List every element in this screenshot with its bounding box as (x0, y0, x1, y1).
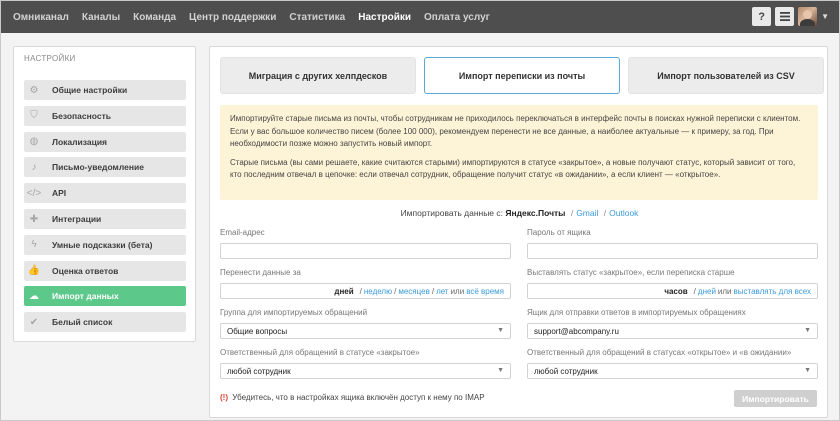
cloud-upload-icon: ☁ (29, 290, 39, 302)
close-status-unit: часов (664, 286, 688, 296)
group-select-value: Общие вопросы (227, 326, 288, 336)
puzzle-icon: ✚ (29, 213, 39, 225)
tab-csv-import[interactable]: Импорт пользователей из CSV (628, 57, 824, 94)
nav-right-tools: ? ▼ (752, 7, 829, 26)
close-status-field[interactable]: часов / дней или выставлять для всех (527, 283, 818, 299)
sidebar-item-label: Умные подсказки (бета) (52, 239, 153, 250)
sidebar-item-label: Локализация (52, 136, 108, 147)
import-panel: Миграция с других хелпдесков Импорт пере… (209, 46, 828, 418)
nav-item-billing[interactable]: Оплата услуг (424, 12, 490, 23)
sidebar-item-9[interactable]: ☁ Импорт данных (24, 286, 186, 307)
help-button[interactable]: ? (752, 7, 772, 26)
password-label: Пароль от ящика (527, 228, 591, 237)
reply-mailbox-value: support@abcompany.ru (534, 326, 619, 336)
password-field[interactable] (527, 243, 818, 259)
tab-helpdesk-migration[interactable]: Миграция с других хелпдесков (220, 57, 416, 94)
caret-down-icon[interactable]: ▼ (821, 12, 829, 21)
transfer-all-time-link[interactable]: всё время (466, 287, 504, 296)
transfer-years-link[interactable]: лет (436, 287, 449, 296)
chevron-down-icon: ▼ (804, 327, 811, 334)
sidebar-item-label: Письмо-уведомление (52, 162, 144, 173)
sidebar-item-label: Общие настройки (52, 85, 128, 95)
sidebar-item-label: Белый список (52, 317, 113, 328)
responsible-open-value: любой сотрудник (534, 366, 598, 376)
sidebar-item-3[interactable]: ◍ Локализация (24, 131, 186, 152)
app-window: Омниканал Каналы Команда Центр поддержки… (0, 0, 840, 421)
warning-icon: (!) (220, 393, 228, 402)
nav-item-omnichannel[interactable]: Омниканал (13, 12, 69, 23)
sidebar-item-6[interactable]: ✚ Интеграции (24, 209, 186, 229)
info-notice: Импортируйте старые письма из почты, что… (220, 105, 818, 200)
imap-warning: (!) Убедитесь, что в настройках ящика вк… (220, 393, 485, 402)
close-status-days-link[interactable]: дней (698, 287, 716, 296)
bell-icon: ♪ (31, 161, 37, 173)
user-avatar[interactable] (798, 7, 818, 26)
responsible-open-label: Ответственный для обращений в статусах «… (527, 348, 792, 357)
sidebar-item-label: API (52, 188, 67, 199)
sidebar-item-label: Импорт данных (52, 291, 119, 302)
sidebar-item-1[interactable]: ⚙ Общие настройки (24, 80, 186, 100)
nav-item-statistics[interactable]: Статистика (289, 12, 345, 23)
thumbs-up-icon: 👍 (27, 265, 41, 277)
email-field[interactable] (220, 243, 511, 259)
sidebar-title: НАСТРОЙКИ (24, 54, 76, 63)
reply-mailbox-select[interactable]: support@abcompany.ru ▼ (527, 323, 818, 339)
import-tabs: Миграция с других хелпдесков Импорт пере… (220, 57, 824, 94)
transfer-period-label: Перенести данные за (220, 268, 301, 277)
gears-icon: ⚙ (29, 84, 39, 96)
sidebar-item-label: Интеграции (52, 214, 102, 224)
shield-icon: ⛉ (30, 110, 38, 122)
reply-mailbox-label: Ящик для отправки ответов в импортируемы… (527, 308, 746, 317)
imap-warning-text: Убедитесь, что в настройках ящика включё… (232, 393, 485, 402)
hamburger-icon (779, 12, 790, 21)
tab-mail-import[interactable]: Импорт переписки из почты (424, 57, 620, 94)
sidebar-item-label: Оценка ответов (52, 265, 119, 276)
chevron-down-icon: ▼ (804, 367, 811, 374)
import-source-label: Импортировать данные с: (400, 208, 504, 218)
nav-item-settings[interactable]: Настройки (358, 12, 411, 23)
close-status-all-link[interactable]: выставлять для всех (734, 287, 811, 296)
sidebar-item-7[interactable]: ϟ Умные подсказки (бета) (24, 234, 186, 255)
close-status-label: Выставлять статус «закрытое», если переп… (527, 268, 735, 277)
globe-icon: ◍ (29, 136, 39, 148)
settings-sidebar: НАСТРОЙКИ ⚙ Общие настройки ⛉ Безопасность ◍… (13, 46, 196, 342)
import-source-selector: Импортировать данные с: Яндекс.Почты / Gm… (400, 208, 639, 218)
transfer-week-link[interactable]: неделю (364, 287, 392, 296)
help-icon: ? (758, 10, 765, 23)
responsible-closed-select[interactable]: любой сотрудник ▼ (220, 363, 511, 379)
sidebar-item-5[interactable]: </> API (24, 183, 186, 204)
chevron-down-icon: ▼ (497, 367, 504, 374)
sidebar-item-2[interactable]: ⛉ Безопасность (24, 105, 186, 126)
import-source-current: Яндекс.Почты (505, 208, 566, 218)
sidebar-item-4[interactable]: ♪ Письмо-уведомление (24, 157, 186, 178)
menu-button[interactable] (775, 7, 795, 26)
top-nav: Омниканал Каналы Команда Центр поддержки… (1, 1, 839, 33)
group-label: Группа для импортируемых обращений (220, 308, 368, 317)
bolt-icon: ϟ (31, 239, 37, 251)
transfer-period-unit: дней (334, 286, 354, 296)
group-select[interactable]: Общие вопросы ▼ (220, 323, 511, 339)
chevron-down-icon: ▼ (497, 327, 504, 334)
sidebar-item-10[interactable]: ✔ Белый список (24, 312, 186, 333)
import-source-gmail[interactable]: Gmail (576, 208, 598, 218)
notice-paragraph-1: Импортируйте старые письма из почты, что… (230, 114, 801, 148)
nav-item-support-center[interactable]: Центр поддержки (189, 12, 276, 23)
code-icon: </> (26, 187, 42, 199)
sidebar-item-8[interactable]: 👍 Оценка ответов (24, 260, 186, 281)
transfer-months-link[interactable]: месяцев (398, 287, 429, 296)
responsible-open-select[interactable]: любой сотрудник ▼ (527, 363, 818, 379)
responsible-closed-value: любой сотрудник (227, 366, 291, 376)
notice-paragraph-2: Старые письма (вы сами решаете, какие сч… (230, 157, 796, 180)
import-source-outlook[interactable]: Outlook (609, 208, 638, 218)
sidebar-item-label: Безопасность (52, 110, 111, 121)
responsible-closed-label: Ответственный для обращений в статусе «з… (220, 348, 420, 357)
email-label: Email-адрес (220, 228, 265, 237)
check-circle-icon: ✔ (29, 316, 39, 328)
transfer-period-field[interactable]: дней / неделю / месяцев / лет или всё вр… (220, 283, 511, 299)
nav-item-team[interactable]: Команда (133, 12, 176, 23)
nav-item-channels[interactable]: Каналы (82, 12, 120, 23)
import-button[interactable]: Импортировать (734, 390, 817, 407)
